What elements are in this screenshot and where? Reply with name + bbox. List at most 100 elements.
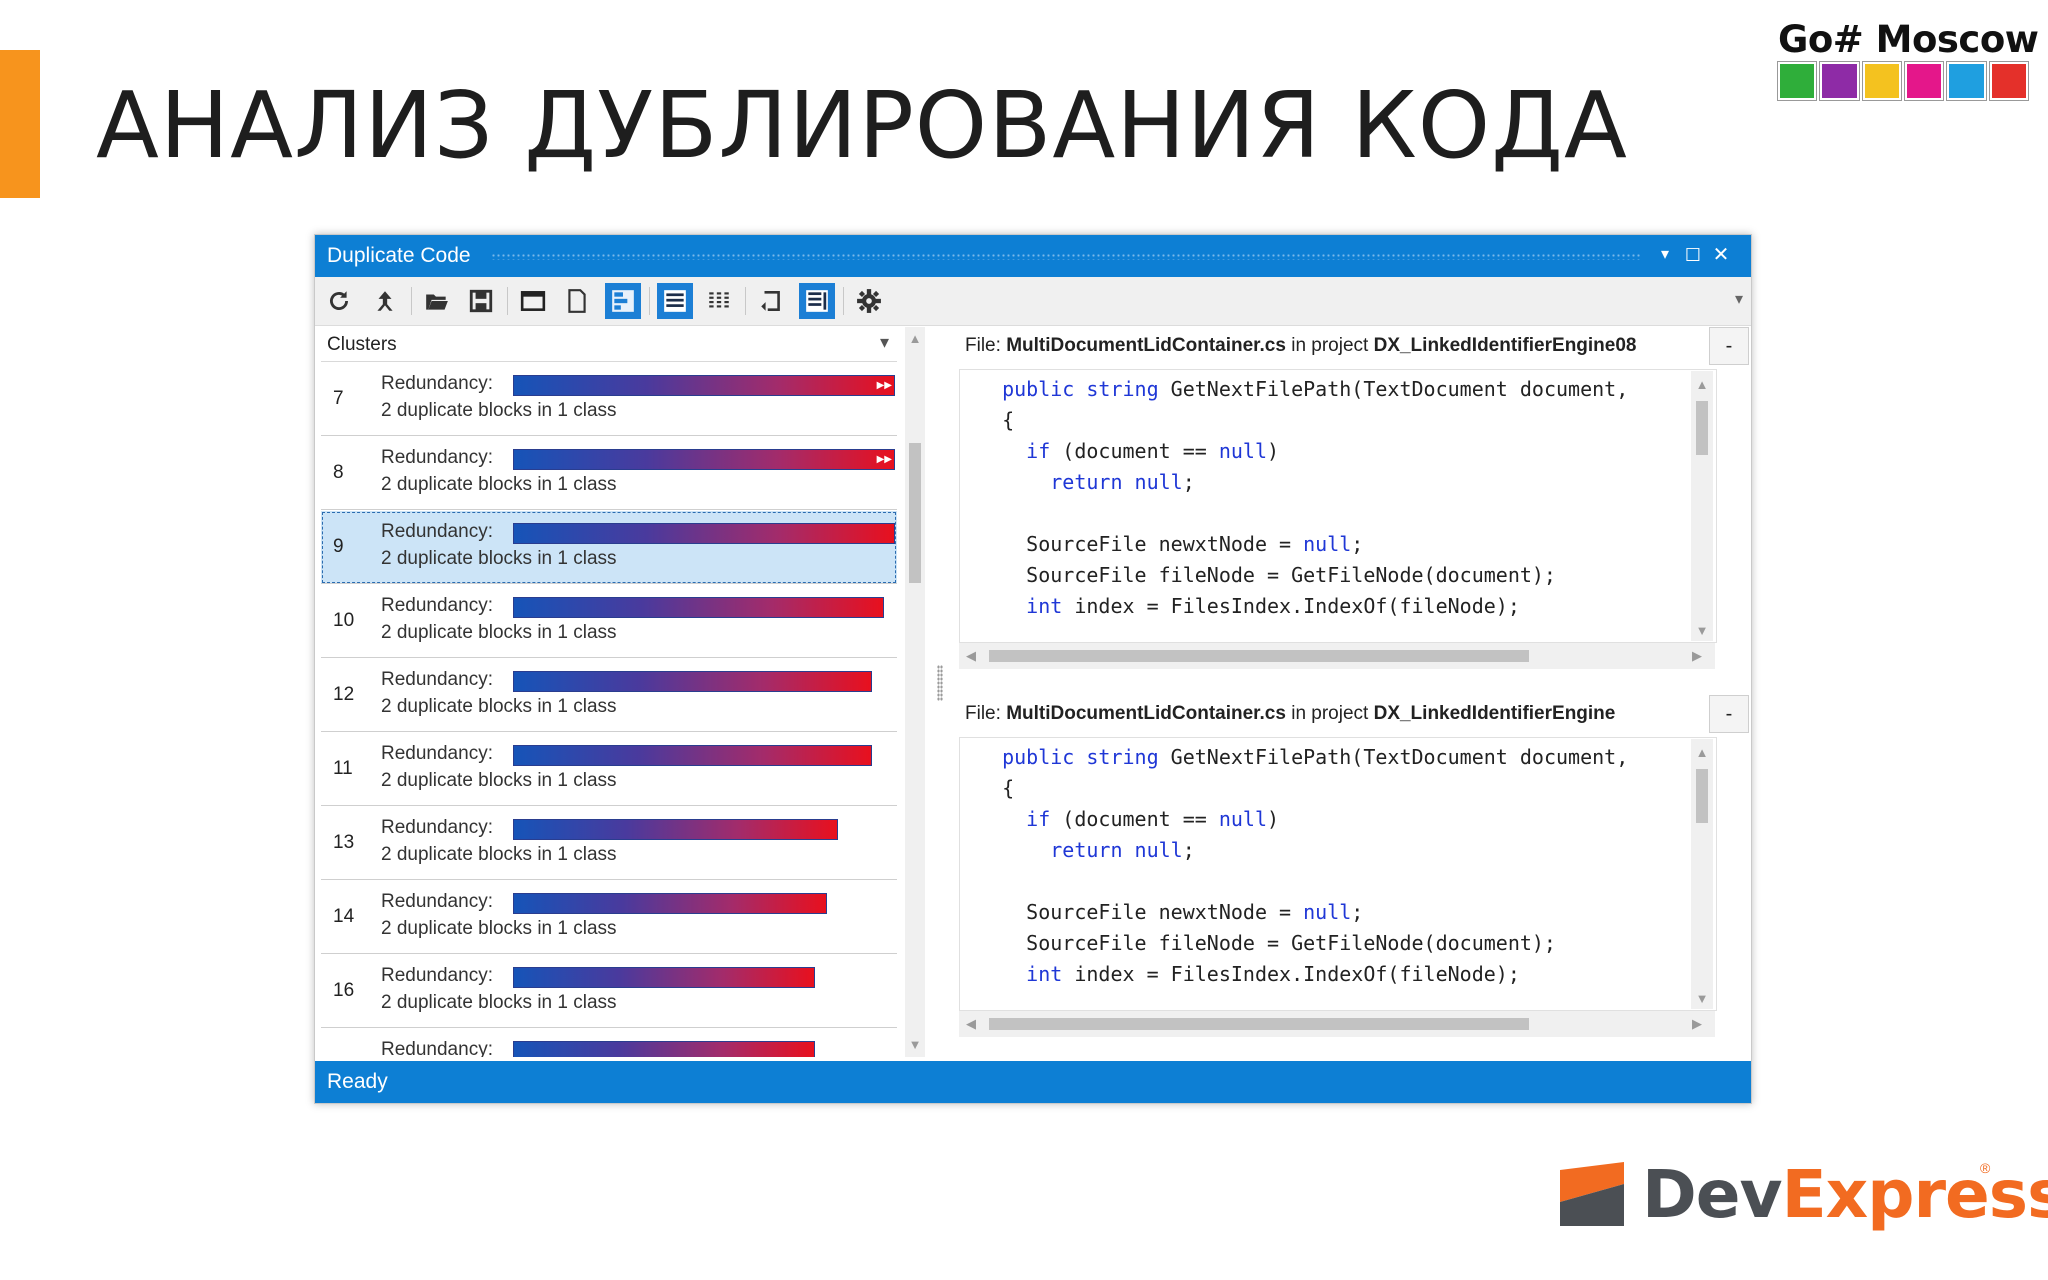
cluster-redundancy-label: Redundancy: (381, 669, 493, 690)
scrollbar-thumb[interactable] (989, 650, 1529, 662)
scroll-down-arrow-icon[interactable]: ▼ (1694, 991, 1710, 1006)
window-titlebar[interactable]: Duplicate Code ▾ ☐ ✕ (315, 235, 1751, 277)
refresh-icon (330, 291, 348, 310)
scrollbar-thumb[interactable] (1696, 769, 1708, 823)
cluster-row[interactable]: 9 Redundancy: 2 duplicate blocks in 1 clas… (321, 511, 897, 584)
devexpress-logo-icon (1560, 1162, 1624, 1226)
status-bar: Ready (315, 1061, 1751, 1103)
cluster-row[interactable]: 10 Redundancy: 2 duplicate blocks in 1 cla… (321, 585, 897, 658)
cluster-row[interactable]: 16 Redundancy: 2 duplicate blocks in 1 cla… (321, 955, 897, 1028)
scroll-right-arrow-icon[interactable]: ▶ (1689, 1016, 1705, 1032)
cluster-id: 14 (333, 906, 355, 927)
list-view-button[interactable] (657, 283, 693, 319)
cluster-description: 2 duplicate blocks in 1 class (381, 474, 617, 495)
settings-button[interactable] (851, 283, 887, 319)
cluster-id: 12 (333, 684, 355, 705)
in-project-text: in project (1285, 703, 1374, 724)
list-view-icon (664, 290, 686, 312)
clusters-combobox[interactable]: Clusters ▾ (321, 327, 897, 362)
scroll-up-arrow-icon[interactable]: ▲ (907, 331, 923, 346)
undo-button[interactable] (753, 283, 789, 319)
scroll-left-arrow-icon[interactable]: ◀ (963, 1016, 979, 1032)
scroll-down-arrow-icon[interactable]: ▼ (1694, 623, 1710, 638)
cluster-redundancy-label: Redundancy: (381, 891, 493, 912)
scrollbar-thumb[interactable] (1696, 401, 1708, 455)
cluster-redundancy-label: Redundancy: (381, 373, 493, 394)
window-dropdown-button[interactable]: ▾ (1653, 243, 1677, 267)
code-view[interactable]: public string GetNextFilePath(TextDocume… (959, 737, 1717, 1011)
code-line: SourceFile newxtNode = null; (1026, 532, 1364, 556)
scroll-down-arrow-icon[interactable]: ▼ (907, 1037, 923, 1052)
open-button[interactable] (419, 283, 455, 319)
columns-view-icon (709, 292, 729, 308)
grid-layout-button[interactable] (605, 283, 641, 319)
document-view-button[interactable] (559, 283, 595, 319)
code-hscrollbar[interactable]: ◀ ▶ (959, 1011, 1715, 1037)
redundancy-bar: ▶▶ (513, 375, 895, 396)
collapse-pane-button[interactable]: - (1709, 695, 1749, 733)
scrollbar-thumb[interactable] (909, 443, 921, 583)
project-name: DX_LinkedIdentifierEngine (1373, 703, 1616, 724)
clusters-scrollbar[interactable]: ▲ ▼ (905, 327, 925, 1057)
undo-icon (761, 291, 780, 311)
event-logo-tile (1903, 61, 1945, 101)
cluster-row[interactable]: Redundancy: (321, 1029, 897, 1057)
toolbar-overflow-button[interactable]: ▾ (1735, 289, 1743, 309)
panel-splitter[interactable] (937, 665, 943, 701)
save-button[interactable] (463, 283, 499, 319)
refresh-button[interactable] (321, 283, 357, 319)
collapse-pane-button[interactable]: - (1709, 327, 1749, 365)
panel-view-icon (806, 290, 828, 312)
overflow-arrows-icon: ▶▶ (876, 454, 892, 465)
devexpress-express: Express (1781, 1156, 2048, 1233)
redundancy-bar (513, 597, 884, 618)
window-maximize-button[interactable]: ☐ (1681, 243, 1705, 267)
accent-bar (0, 50, 40, 198)
toolbar-separator (649, 287, 650, 315)
toolbar-separator (411, 287, 412, 315)
jump-button[interactable] (367, 283, 403, 319)
cluster-redundancy-label: Redundancy: (381, 1039, 493, 1057)
panel-view-button[interactable] (799, 283, 835, 319)
code-line: if (document == null) (1026, 807, 1280, 831)
file-header: File: MultiDocumentLidContainer.cs in pr… (957, 327, 1715, 365)
cluster-redundancy-label: Redundancy: (381, 595, 493, 616)
chevron-down-icon: ▾ (879, 332, 889, 352)
cluster-row[interactable]: 11 Redundancy: 2 duplicate blocks in 1 cla… (321, 733, 897, 806)
cluster-row[interactable]: 7 Redundancy: ▶▶ 2 duplicate blocks in 1 cl… (321, 363, 897, 436)
columns-view-button[interactable] (701, 283, 737, 319)
window-view-button[interactable] (515, 283, 551, 319)
cluster-description: 2 duplicate blocks in 1 class (381, 992, 617, 1013)
cluster-redundancy-label: Redundancy: (381, 521, 493, 542)
code-line: SourceFile newxtNode = null; (1026, 900, 1364, 924)
code-hscrollbar[interactable]: ◀ ▶ (959, 643, 1715, 669)
code-view[interactable]: public string GetNextFilePath(TextDocume… (959, 369, 1717, 643)
cluster-description: 2 duplicate blocks in 1 class (381, 770, 617, 791)
code-line: public string GetNextFilePath(TextDocume… (1002, 377, 1629, 401)
cluster-row[interactable]: 14 Redundancy: 2 duplicate blocks in 1 cla… (321, 881, 897, 954)
file-prefix: File: (965, 335, 1007, 356)
cluster-id: 7 (333, 388, 344, 409)
scroll-up-arrow-icon[interactable]: ▲ (1694, 745, 1710, 760)
code-pane-top: File: MultiDocumentLidContainer.cs in pr… (957, 327, 1751, 683)
file-header: File: MultiDocumentLidContainer.cs in pr… (957, 695, 1715, 733)
status-text: Ready (327, 1070, 388, 1093)
cluster-row[interactable]: 13 Redundancy: 2 duplicate blocks in 1 cla… (321, 807, 897, 880)
scroll-right-arrow-icon[interactable]: ▶ (1689, 648, 1705, 664)
cluster-row[interactable]: 12 Redundancy: 2 duplicate blocks in 1 cla… (321, 659, 897, 732)
window-close-button[interactable]: ✕ (1709, 243, 1733, 267)
code-vscrollbar[interactable]: ▲ ▼ (1691, 371, 1713, 641)
toolbar-separator (507, 287, 508, 315)
scroll-left-arrow-icon[interactable]: ◀ (963, 648, 979, 664)
cluster-redundancy-label: Redundancy: (381, 817, 493, 838)
code-vscrollbar[interactable]: ▲ ▼ (1691, 739, 1713, 1009)
scrollbar-thumb[interactable] (989, 1018, 1529, 1030)
slide-title: АНАЛИЗ ДУБЛИРОВАНИЯ КОДА (96, 72, 1628, 179)
window-title: Duplicate Code (327, 244, 471, 267)
titlebar-grip (491, 253, 1641, 260)
cluster-row[interactable]: 8 Redundancy: ▶▶ 2 duplicate blocks in 1 cl… (321, 437, 897, 510)
code-line: return null; (1050, 838, 1195, 862)
scroll-up-arrow-icon[interactable]: ▲ (1694, 377, 1710, 392)
code-text: public string GetNextFilePath(TextDocume… (960, 370, 1716, 622)
event-logo-tile (1861, 61, 1902, 101)
